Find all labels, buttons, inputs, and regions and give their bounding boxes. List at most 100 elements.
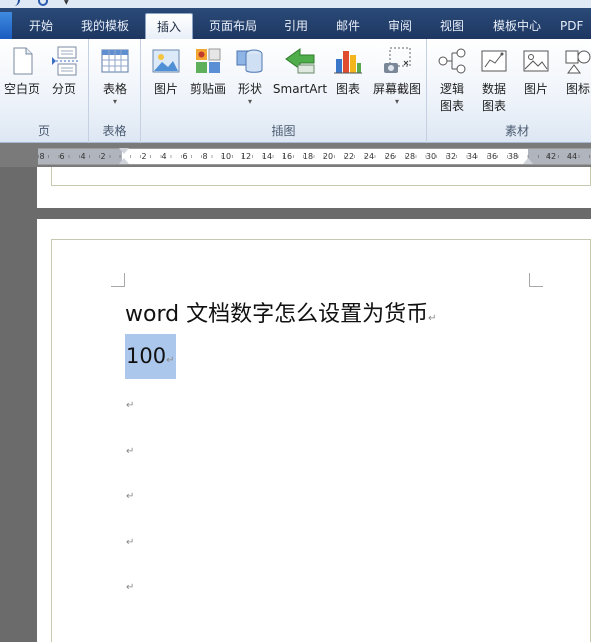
first-line-indent-marker[interactable] <box>119 148 129 154</box>
margin-corner-top-left <box>111 273 125 287</box>
ruler-number: 36 <box>486 152 498 161</box>
smartart-icon <box>284 45 316 77</box>
group-label-pages: 页 <box>37 124 50 138</box>
data-chart-icon <box>478 45 510 77</box>
ruler-number: 8 <box>39 152 45 161</box>
tab-template-center[interactable]: 模板中心 <box>484 13 550 39</box>
document-page[interactable]: word 文档数字怎么设置为货币↵ 100↵ ↵ ↵ ↵ ↵ ↵ <box>37 219 591 642</box>
smartart-button[interactable]: SmartArt <box>272 45 328 98</box>
redo-icon[interactable] <box>38 0 48 6</box>
chevron-down-icon: ▾ <box>247 97 252 106</box>
ruler-number: 18 <box>302 152 314 161</box>
tab-references[interactable]: 引用 <box>274 13 318 39</box>
group-illustrations: 图片 剪贴画 形状 ▾ SmartArt 图表 屏幕截图 ▾ 插图 <box>141 39 427 143</box>
ruler-number: 4 <box>80 152 86 161</box>
ruler-number: 26 <box>384 152 396 161</box>
group-label-illustrations: 插图 <box>271 124 296 138</box>
hanging-indent-marker[interactable] <box>119 158 129 164</box>
paragraph-mark: ↵ <box>126 446 135 457</box>
tab-insert[interactable]: 插入 <box>145 13 193 39</box>
ribbon-tab-bar: 开始 我的模板 插入 页面布局 引用 邮件 审阅 视图 模板中心 PDF <box>0 8 591 39</box>
customize-dropdown-icon[interactable]: ▼ <box>64 0 69 6</box>
empty-paragraph[interactable]: ↵ <box>126 400 134 411</box>
shapes-icon <box>234 45 266 77</box>
data-chart-button[interactable]: 数据 图表 <box>475 45 513 115</box>
material-picture-button[interactable]: 图片 <box>519 45 553 98</box>
logic-chart-button[interactable]: 逻辑 图表 <box>433 45 471 115</box>
selected-number: 100 <box>126 344 167 368</box>
ribbon-insert: 空白页 分页 页 表格 ▾ 表格 图片 剪贴画 形状 ▾ SmartArt 图表… <box>0 39 591 143</box>
ruler-number: 24 <box>363 152 375 161</box>
ruler-number: 42 <box>545 152 557 161</box>
tab-page-layout[interactable]: 页面布局 <box>199 13 267 39</box>
file-menu-button[interactable] <box>0 12 12 39</box>
clip-art-button[interactable]: 剪贴画 <box>189 45 227 98</box>
paragraph-mark: ↵ <box>428 313 437 324</box>
tab-review[interactable]: 审阅 <box>378 13 422 39</box>
logic-chart-icon <box>436 45 468 77</box>
chevron-down-icon: ▾ <box>394 97 399 106</box>
shapes-button[interactable]: 形状 ▾ <box>233 45 267 106</box>
paragraph-mark: ↵ <box>126 491 135 502</box>
material-icon-icon <box>562 45 591 77</box>
group-label-materials: 素材 <box>504 124 529 138</box>
clip-art-icon <box>192 45 224 77</box>
ruler-number: 6 <box>59 152 65 161</box>
document-heading-line[interactable]: word 文档数字怎么设置为货币↵ <box>125 296 436 328</box>
ruler-number: 6 <box>182 152 188 161</box>
tab-pdf[interactable]: PDF <box>560 13 591 39</box>
page-break-button[interactable]: 分页 <box>46 45 82 98</box>
margin-corner-top-right <box>529 273 543 287</box>
undo-icon[interactable] <box>12 0 20 6</box>
tab-mailings[interactable]: 邮件 <box>326 13 370 39</box>
picture-icon <box>150 45 182 77</box>
quick-access-toolbar: ▼ <box>0 0 591 8</box>
word-window: ▼ 开始 我的模板 插入 页面布局 引用 邮件 审阅 视图 模板中心 PDF 空… <box>0 0 591 642</box>
ruler-number: 14 <box>261 152 273 161</box>
page-break-icon <box>48 45 80 77</box>
paragraph-mark: ↵ <box>126 582 135 593</box>
empty-paragraph[interactable]: ↵ <box>126 491 134 502</box>
blank-page-button[interactable]: 空白页 <box>2 45 42 98</box>
group-label-tables: 表格 <box>102 124 127 138</box>
chart-icon <box>332 45 364 77</box>
ruler-number: 32 <box>445 152 457 161</box>
ruler-number: 28 <box>404 152 416 161</box>
empty-paragraph[interactable]: ↵ <box>126 446 134 457</box>
ruler-number: 44 <box>566 152 578 161</box>
ruler-number: 4 <box>161 152 167 161</box>
table-icon <box>99 45 131 77</box>
empty-paragraph[interactable]: ↵ <box>126 537 134 548</box>
ruler-number: 38 <box>507 152 519 161</box>
group-pages: 空白页 分页 页 <box>0 39 89 143</box>
ruler-number: 16 <box>281 152 293 161</box>
group-tables: 表格 ▾ 表格 <box>89 39 141 143</box>
tab-my-templates[interactable]: 我的模板 <box>70 13 140 39</box>
screenshot-button[interactable]: 屏幕截图 ▾ <box>369 45 425 106</box>
ruler-number: 2 <box>141 152 147 161</box>
chart-button[interactable]: 图表 <box>331 45 365 98</box>
heading-text: word 文档数字怎么设置为货币 <box>125 302 429 327</box>
chevron-down-icon: ▾ <box>112 97 117 106</box>
table-button[interactable]: 表格 ▾ <box>97 45 133 106</box>
ruler-number: 8 <box>202 152 208 161</box>
ruler-number: 22 <box>343 152 355 161</box>
right-indent-marker[interactable] <box>523 158 533 164</box>
horizontal-ruler[interactable]: 8 6 4 2 2 4 6 8 10 12 14 16 18 20 22 24 … <box>38 148 591 165</box>
ruler-number: 10 <box>220 152 232 161</box>
material-picture-icon <box>520 45 552 77</box>
ruler-number: 34 <box>466 152 478 161</box>
page-border <box>51 167 591 186</box>
selected-number-line[interactable]: 100↵ <box>126 344 174 368</box>
tab-view[interactable]: 视图 <box>430 13 474 39</box>
tab-home[interactable]: 开始 <box>14 13 68 39</box>
material-icon-button[interactable]: 图标 <box>561 45 591 98</box>
picture-button[interactable]: 图片 <box>148 45 184 98</box>
page-gap <box>37 208 591 219</box>
paragraph-mark: ↵ <box>166 355 175 366</box>
empty-paragraph[interactable]: ↵ <box>126 582 134 593</box>
paragraph-mark: ↵ <box>126 400 135 411</box>
screenshot-icon <box>381 45 413 77</box>
ruler-number: 2 <box>100 152 106 161</box>
previous-page <box>37 167 591 208</box>
